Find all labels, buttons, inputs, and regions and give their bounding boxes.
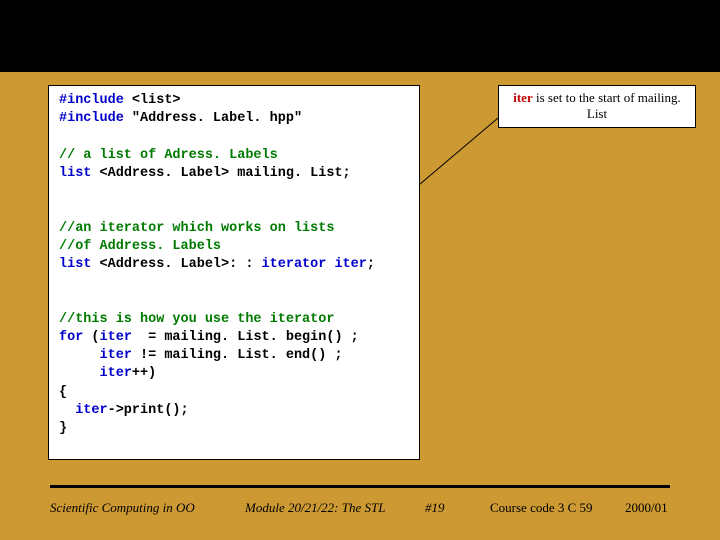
code-text — [59, 366, 100, 381]
code-text — [59, 348, 100, 363]
footer-divider — [50, 485, 670, 488]
code-text: != mailing. List. end() ; — [132, 348, 343, 363]
callout-text: is set to the start of mailing. List — [533, 90, 681, 121]
code-text: <list> — [124, 93, 181, 108]
footer-module: Module 20/21/22: The STL — [245, 500, 385, 516]
var-iter: iter — [326, 257, 367, 272]
code-text: ->print(); — [108, 403, 189, 418]
comment: // a list of Adress. Labels — [59, 148, 278, 163]
code-text: = mailing. List. begin() ; — [132, 330, 359, 345]
footer-page: #19 — [425, 500, 445, 516]
kw-include: #include — [59, 111, 124, 126]
code-text: ; — [367, 257, 375, 272]
var-iter: iter — [100, 330, 132, 345]
callout-iter: iter — [513, 90, 532, 105]
comment: //this is how you use the iterator — [59, 312, 334, 327]
comment: //an iterator which works on lists — [59, 221, 334, 236]
code-text: ( — [91, 330, 99, 345]
kw-for: for — [59, 330, 91, 345]
kw-include: #include — [59, 93, 124, 108]
code-text: <Address. Label> mailing. List; — [100, 166, 351, 181]
code-text: { — [59, 385, 67, 400]
footer-year: 2000/01 — [625, 500, 668, 516]
comment: //of Address. Labels — [59, 239, 221, 254]
title-bar — [0, 0, 720, 72]
var-iter: iter — [100, 366, 132, 381]
code-text: "Address. Label. hpp" — [124, 111, 302, 126]
code-text: } — [59, 421, 67, 436]
footer-left: Scientific Computing in OO — [50, 500, 195, 516]
footer-course: Course code 3 C 59 — [490, 500, 593, 516]
code-text — [59, 403, 75, 418]
callout-box: iter is set to the start of mailing. Lis… — [498, 85, 696, 128]
code-listing: #include <list> #include "Address. Label… — [48, 85, 420, 460]
var-iter: iter — [75, 403, 107, 418]
kw-list: list — [59, 257, 100, 272]
code-text: ++) — [132, 366, 156, 381]
kw-list: list — [59, 166, 100, 181]
var-iter: iter — [100, 348, 132, 363]
kw-iterator: iterator — [262, 257, 327, 272]
code-text: <Address. Label>: : — [100, 257, 262, 272]
